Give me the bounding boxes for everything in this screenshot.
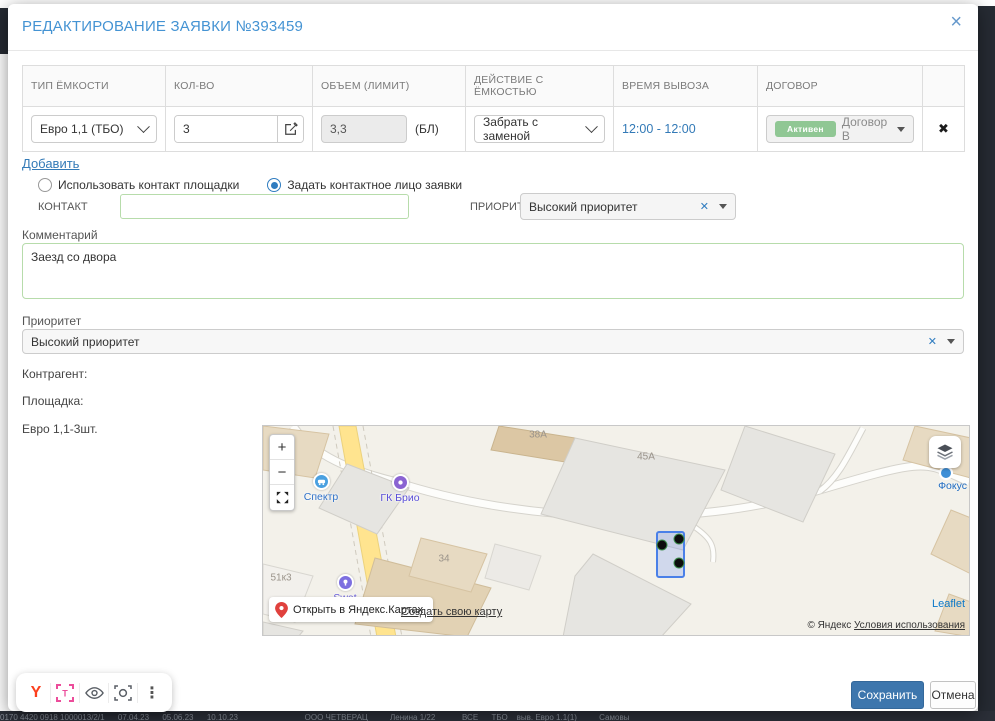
quantity-input-group bbox=[174, 115, 304, 143]
title-divider bbox=[8, 50, 978, 51]
close-icon[interactable]: × bbox=[950, 12, 962, 32]
edit-icon bbox=[284, 122, 298, 136]
caret-down-icon bbox=[897, 127, 905, 132]
caret-down-icon bbox=[947, 339, 955, 344]
poi-spektr[interactable]: Спектр bbox=[291, 473, 351, 503]
yandex-button[interactable]: Y bbox=[22, 679, 50, 707]
svg-text:T: T bbox=[62, 688, 68, 698]
background-page-bottom: 0170 4420 0918 1000013/2/1 07.04.23 05.0… bbox=[0, 711, 995, 721]
leaflet-attribution-link[interactable]: Leaflet bbox=[932, 598, 965, 610]
poi-dot-icon bbox=[939, 466, 953, 480]
remove-row-button[interactable]: ✖ bbox=[923, 107, 965, 152]
priority-select[interactable]: Высокий приоритет ✕ bbox=[22, 329, 964, 354]
clear-icon[interactable]: ✕ bbox=[700, 200, 709, 213]
visibility-button[interactable] bbox=[80, 679, 108, 707]
comment-textarea[interactable]: Заезд со двора bbox=[22, 243, 964, 299]
screenshot-button[interactable] bbox=[109, 679, 137, 707]
car-service-icon bbox=[313, 473, 330, 490]
container-action-select[interactable]: Забрать с заменой bbox=[474, 115, 605, 143]
chevron-down-icon bbox=[585, 120, 598, 133]
contract-status-badge: Активен bbox=[775, 121, 836, 137]
modal-title: РЕДАКТИРОВАНИЕ ЗАЯВКИ №393459 bbox=[22, 18, 303, 35]
contractor-label: Контрагент: bbox=[22, 367, 87, 381]
radio-unchecked-icon bbox=[38, 178, 52, 192]
table-header-row: ТИП ЁМКОСТИ КОЛ-ВО ОБЪЕМ (ЛИМИТ) ДЕЙСТВИ… bbox=[23, 66, 965, 107]
contact-input[interactable] bbox=[120, 194, 409, 219]
cancel-button[interactable]: Отмена bbox=[930, 681, 976, 709]
caret-down-icon bbox=[719, 204, 727, 209]
more-options-button[interactable]: ⋮ bbox=[138, 679, 166, 707]
map-layers-button[interactable] bbox=[929, 436, 961, 468]
volume-unit-label: (БЛ) bbox=[415, 122, 439, 136]
poi-gk-brio[interactable]: ГК Брио bbox=[370, 474, 430, 504]
priority-select-small[interactable]: Высокий приоритет ✕ bbox=[520, 193, 736, 220]
background-page-fragment bbox=[0, 8, 8, 54]
building-label: 51к3 bbox=[270, 573, 291, 584]
yandex-pin-icon bbox=[275, 602, 288, 618]
building-label: 45А bbox=[637, 452, 655, 463]
col-contract: ДОГОВОР bbox=[758, 66, 923, 107]
eye-icon bbox=[85, 686, 104, 700]
map[interactable]: 38А 45А 34 51к3 51 Спектр ГК Брио Swat Ф… bbox=[262, 425, 970, 636]
container-type-select[interactable]: Евро 1,1 (ТБО) bbox=[31, 115, 157, 143]
edit-quantity-button[interactable] bbox=[277, 116, 303, 142]
save-button[interactable]: Сохранить bbox=[851, 681, 924, 709]
building-label: 38А bbox=[529, 430, 547, 441]
edit-request-modal: РЕДАКТИРОВАНИЕ ЗАЯВКИ №393459 × ТИП ЁМКО… bbox=[8, 4, 978, 711]
clear-icon[interactable]: ✕ bbox=[928, 335, 937, 348]
background-page-right bbox=[978, 6, 995, 721]
quantity-input[interactable] bbox=[175, 116, 277, 142]
shop-icon bbox=[337, 574, 354, 591]
radio-use-site-contact[interactable]: Использовать контакт площадки bbox=[38, 178, 239, 192]
col-remove bbox=[923, 66, 965, 107]
pickup-time-link[interactable]: 12:00 - 12:00 bbox=[622, 122, 696, 136]
radio-checked-icon bbox=[267, 178, 281, 192]
terms-of-use-link[interactable]: Условия использования bbox=[854, 620, 965, 631]
table-row: Евро 1,1 (ТБО) (БЛ) bbox=[23, 107, 965, 152]
zoom-in-button[interactable]: + bbox=[270, 435, 294, 460]
zoom-out-button[interactable]: − bbox=[270, 460, 294, 485]
col-quantity: КОЛ-ВО bbox=[166, 66, 313, 107]
col-volume: ОБЪЕМ (ЛИМИТ) bbox=[313, 66, 466, 107]
site-label: Площадка: bbox=[22, 394, 84, 408]
layers-icon bbox=[935, 442, 955, 462]
translate-button[interactable]: T bbox=[51, 679, 79, 707]
add-row-link[interactable]: Добавить bbox=[22, 156, 79, 171]
browser-extension-toolbar: Y T ⋮ bbox=[16, 673, 172, 712]
col-container-type: ТИП ЁМКОСТИ bbox=[23, 66, 166, 107]
building-label: 34 bbox=[438, 554, 449, 565]
map-copyright: © Яндекс Условия использования bbox=[807, 620, 965, 631]
containers-table: ТИП ЁМКОСТИ КОЛ-ВО ОБЪЕМ (ЛИМИТ) ДЕЙСТВИ… bbox=[22, 65, 965, 152]
chevron-down-icon bbox=[137, 120, 150, 133]
col-action: ДЕЙСТВИЕ С ЁМКОСТЬЮ bbox=[466, 66, 614, 107]
fullscreen-button[interactable] bbox=[270, 485, 294, 510]
comment-label: Комментарий bbox=[22, 228, 98, 242]
priority-label: Приоритет bbox=[22, 314, 81, 328]
radio-custom-contact[interactable]: Задать контактное лицо заявки bbox=[267, 178, 462, 192]
contact-label: КОНТАКТ bbox=[38, 201, 88, 213]
screenshot-icon bbox=[114, 684, 132, 702]
volume-input bbox=[321, 115, 407, 143]
create-own-map-link[interactable]: Создать свою карту bbox=[401, 606, 502, 618]
kebab-menu-icon: ⋮ bbox=[144, 683, 160, 703]
fullscreen-icon bbox=[276, 491, 289, 504]
organization-icon bbox=[392, 474, 409, 491]
map-zoom-control: + − bbox=[269, 434, 295, 511]
containers-summary: Евро 1,1-3шт. bbox=[22, 422, 98, 436]
poi-fokus[interactable]: Фокус bbox=[938, 466, 967, 492]
translate-icon: T bbox=[56, 684, 74, 702]
yandex-logo-icon: Y bbox=[31, 684, 42, 702]
background-table-row: 0170 4420 0918 1000013/2/1 07.04.23 05.0… bbox=[0, 713, 995, 721]
col-pickup-time: ВРЕМЯ ВЫВОЗА bbox=[614, 66, 758, 107]
contact-radio-group: Использовать контакт площадки Задать кон… bbox=[38, 178, 462, 192]
contract-dropdown[interactable]: Активен Договор В bbox=[766, 115, 914, 143]
